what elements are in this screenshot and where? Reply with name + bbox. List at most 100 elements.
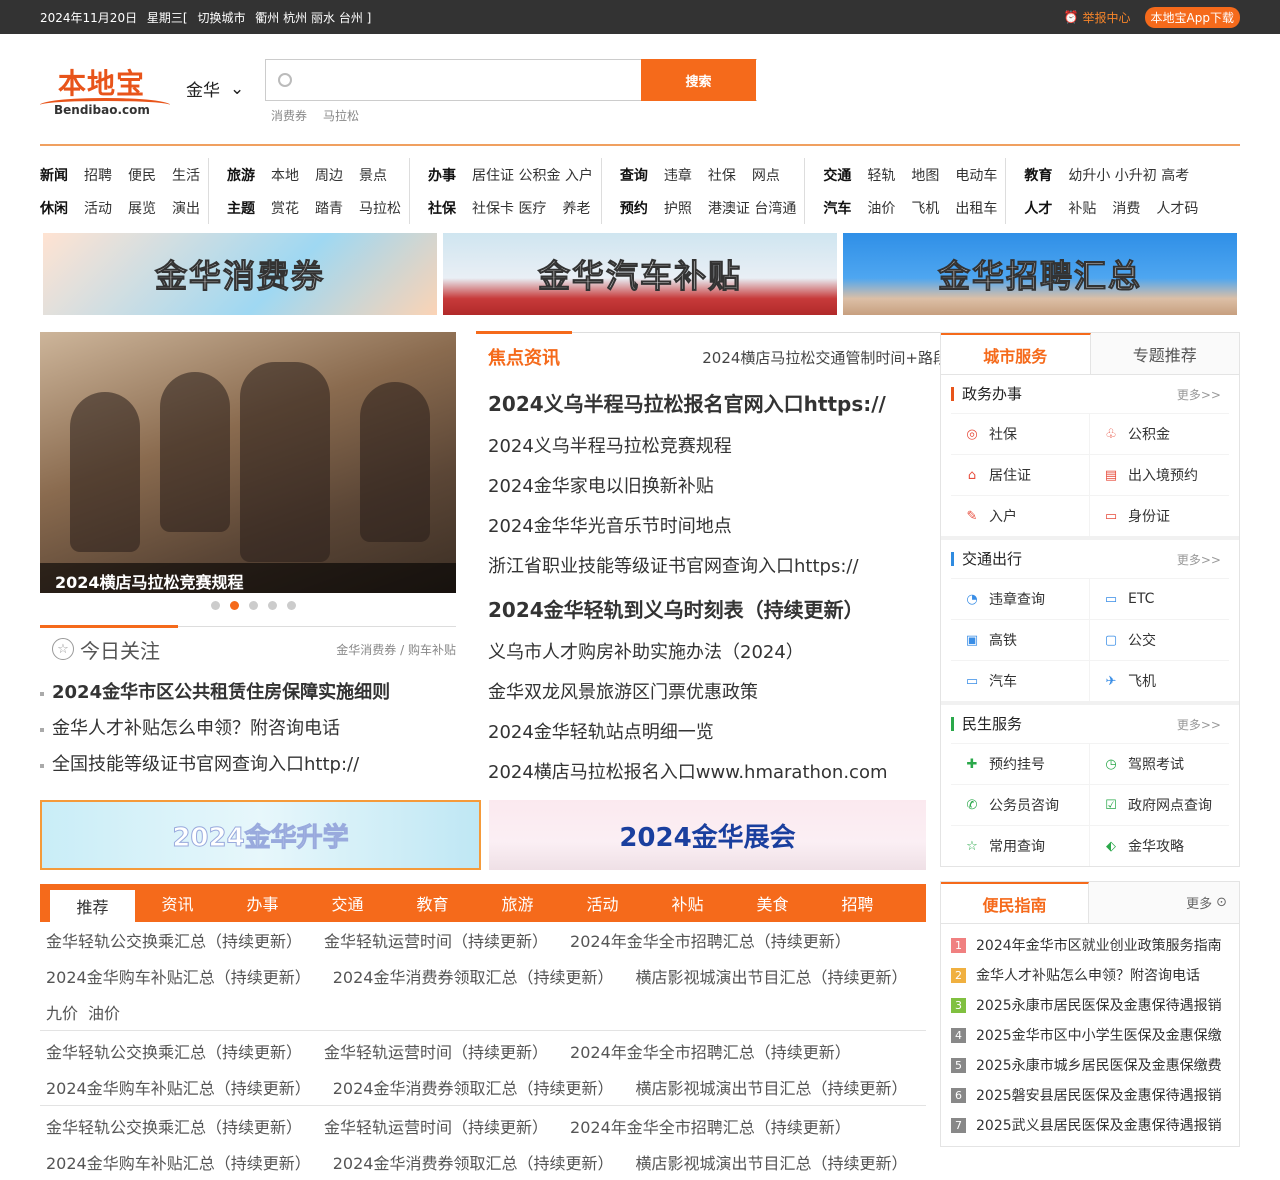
nav-link[interactable]: 展览 — [128, 198, 156, 218]
news-link[interactable]: 金华双龙风景旅游区门票优惠政策 — [488, 682, 758, 703]
nav-link[interactable]: 护照 — [664, 198, 692, 218]
topic-link[interactable]: 2024年金华全市招聘汇总（持续更新） — [570, 1114, 851, 1138]
nav-link[interactable]: 地图 — [911, 165, 939, 185]
tab-activities[interactable]: 活动 — [560, 884, 645, 922]
service-high-speed-rail[interactable]: ▣ 高铁 — [951, 619, 1090, 660]
topic-link[interactable]: 2024金华购车补贴汇总（持续更新） — [46, 1075, 311, 1099]
service-driving-test[interactable]: ◷ 驾照考试 — [1090, 743, 1229, 784]
report-center-link[interactable]: ⏰ 举报中心 — [1064, 9, 1131, 26]
service-residence-permit[interactable]: ⌂ 居住证 — [951, 454, 1090, 495]
guide-item[interactable]: 6 2025磐安县居民医保及金惠保待遇报销 — [951, 1080, 1229, 1110]
tab-transport[interactable]: 交通 — [305, 884, 390, 922]
guide-link[interactable]: 2024年金华市区就业创业政策服务指南 — [976, 935, 1222, 955]
news-link[interactable]: 2024金华家电以旧换新补贴 — [488, 476, 714, 497]
nav-link[interactable]: 消费 — [1112, 198, 1140, 218]
guide-link[interactable]: 金华人才补贴怎么申领？附咨询电话 — [976, 965, 1200, 985]
list-item[interactable]: 全国技能等级证书官网查询入口http:// — [40, 747, 456, 783]
news-link[interactable]: 2024横店马拉松报名入口www.hmarathon.com — [488, 762, 888, 783]
city-link-hangzhou[interactable]: 杭州 — [283, 11, 307, 25]
topic-link[interactable]: 2024金华消费券领取汇总（持续更新） — [333, 1150, 614, 1174]
nav-link[interactable]: 轻轨 — [867, 165, 895, 185]
list-item-link[interactable]: 全国技能等级证书官网查询入口http:// — [52, 754, 359, 775]
news-link[interactable]: 义乌市人才购房补助实施办法（2024） — [488, 642, 804, 663]
nav-link[interactable]: 汽车 — [823, 201, 851, 217]
banner-exhibition[interactable]: 2024金华展会 — [489, 800, 926, 870]
tab-subsidy[interactable]: 补贴 — [645, 884, 730, 922]
banner-car-subsidy[interactable]: 金华汽车补贴 — [443, 233, 837, 315]
nav-link[interactable]: 踏青 — [315, 198, 343, 218]
focus-extra-link[interactable]: 2024横店马拉松交通管制时间+路段 — [702, 347, 948, 368]
nav-link[interactable]: 港澳证 台湾通 — [708, 198, 796, 218]
city-link-quzhou[interactable]: 衢州 — [255, 11, 279, 25]
nav-link[interactable]: 人才 — [1024, 201, 1052, 217]
nav-link[interactable]: 招聘 — [84, 165, 112, 185]
nav-link[interactable]: 网点 — [752, 165, 780, 185]
news-link[interactable]: 2024金华轻轨站点明细一览 — [488, 722, 714, 743]
headline-link[interactable]: 2024义乌半程马拉松报名官网入口https:// — [488, 392, 886, 416]
service-hospital-booking[interactable]: ✚ 预约挂号 — [951, 743, 1090, 784]
guide-item[interactable]: 1 2024年金华市区就业创业政策服务指南 — [951, 930, 1229, 960]
nav-link[interactable]: 主题 — [227, 201, 255, 217]
service-gov-outlets[interactable]: ☑ 政府网点查询 — [1090, 784, 1229, 825]
nav-link[interactable]: 教育 — [1024, 168, 1052, 184]
image-slider[interactable]: 2024横店马拉松竞赛规程 — [40, 332, 456, 593]
topic-link[interactable]: 金华轻轨公交换乘汇总（持续更新） — [46, 1114, 302, 1138]
nav-link[interactable]: 休闲 — [40, 201, 68, 217]
topic-link[interactable]: 2024金华消费券领取汇总（持续更新） — [333, 1075, 614, 1099]
today-link-subsidy[interactable]: 购车补贴 — [408, 643, 456, 657]
guide-item[interactable]: 2 金华人才补贴怎么申领？附咨询电话 — [951, 960, 1229, 990]
nav-link[interactable]: 马拉松 — [359, 198, 401, 218]
nav-link[interactable]: 演出 — [172, 198, 200, 218]
service-guide[interactable]: ⬖ 金华攻略 — [1090, 825, 1229, 866]
city-selector[interactable]: 金华 ⌄ — [186, 76, 244, 102]
service-hukou[interactable]: ✎ 入户 — [951, 495, 1090, 536]
tab-city-services[interactable]: 城市服务 — [941, 333, 1091, 374]
topic-link[interactable]: 横店影视城演出节目汇总（持续更新） — [635, 1150, 907, 1174]
service-bus[interactable]: ▢ 公交 — [1090, 619, 1229, 660]
today-link-voucher[interactable]: 金华消费券 — [336, 643, 396, 657]
service-flight[interactable]: ✈ 飞机 — [1090, 660, 1229, 701]
nav-link[interactable]: 办事 — [428, 168, 456, 184]
nav-link[interactable]: 周边 — [315, 165, 343, 185]
topic-link[interactable]: 2024金华消费券领取汇总（持续更新） — [333, 964, 614, 988]
service-common-query[interactable]: ☆ 常用查询 — [951, 825, 1090, 866]
banner-school-admission[interactable]: 2024金华升学 — [40, 800, 481, 870]
topic-link[interactable]: 金华轻轨运营时间（持续更新） — [324, 1039, 548, 1063]
slider-dot[interactable] — [286, 601, 296, 610]
nav-link[interactable]: 违章 — [664, 165, 692, 185]
nav-link[interactable]: 人才码 — [1156, 198, 1198, 218]
service-exit-entry[interactable]: ▤ 出入境预约 — [1090, 454, 1229, 495]
slider-dot[interactable] — [210, 601, 220, 610]
more-link[interactable]: 更多>> — [1177, 716, 1221, 733]
nav-link[interactable]: 生活 — [172, 165, 200, 185]
slider-dot-active[interactable] — [229, 601, 239, 610]
app-download-button[interactable]: 本地宝App下载 — [1144, 6, 1240, 28]
guide-more-link[interactable]: 更多 ⊙ — [1089, 882, 1239, 923]
slider-dot[interactable] — [267, 601, 277, 610]
topic-link[interactable]: 金华轻轨公交换乘汇总（持续更新） — [46, 928, 302, 952]
topic-link[interactable]: 2024金华购车补贴汇总（持续更新） — [46, 964, 311, 988]
nav-link[interactable]: 赏花 — [271, 198, 299, 218]
nav-link[interactable]: 查询 — [620, 168, 648, 184]
service-housing-fund[interactable]: ♧ 公积金 — [1090, 413, 1229, 454]
city-link-taizhou[interactable]: 台州 — [339, 11, 363, 25]
list-item[interactable]: 2024金华市区公共租赁住房保障实施细则 — [40, 675, 456, 711]
nav-link[interactable]: 油价 — [867, 198, 895, 218]
topic-link[interactable]: 2024金华购车补贴汇总（持续更新） — [46, 1150, 311, 1174]
topic-link[interactable]: 横店影视城演出节目汇总（持续更新） — [635, 1075, 907, 1099]
service-civil-servant[interactable]: ✆ 公务员咨询 — [951, 784, 1090, 825]
nav-link[interactable]: 活动 — [84, 198, 112, 218]
nav-link[interactable]: 居住证 公积金 入户 — [472, 165, 593, 185]
list-item-link[interactable]: 2024金华市区公共租赁住房保障实施细则 — [52, 682, 390, 703]
tab-jobs[interactable]: 招聘 — [815, 884, 900, 922]
service-social-security[interactable]: ◎ 社保 — [951, 413, 1090, 454]
service-coach[interactable]: ▭ 汽车 — [951, 660, 1090, 701]
news-link[interactable]: 2024金华华光音乐节时间地点 — [488, 516, 732, 537]
nav-link[interactable]: 电动车 — [955, 165, 997, 185]
search-button[interactable]: 搜索 — [641, 59, 756, 101]
nav-link[interactable]: 出租车 — [955, 198, 997, 218]
list-item-link[interactable]: 金华人才补贴怎么申领？附咨询电话 — [52, 718, 340, 739]
tab-education[interactable]: 教育 — [390, 884, 475, 922]
tab-news[interactable]: 资讯 — [135, 884, 220, 922]
more-link[interactable]: 更多>> — [1177, 551, 1221, 568]
